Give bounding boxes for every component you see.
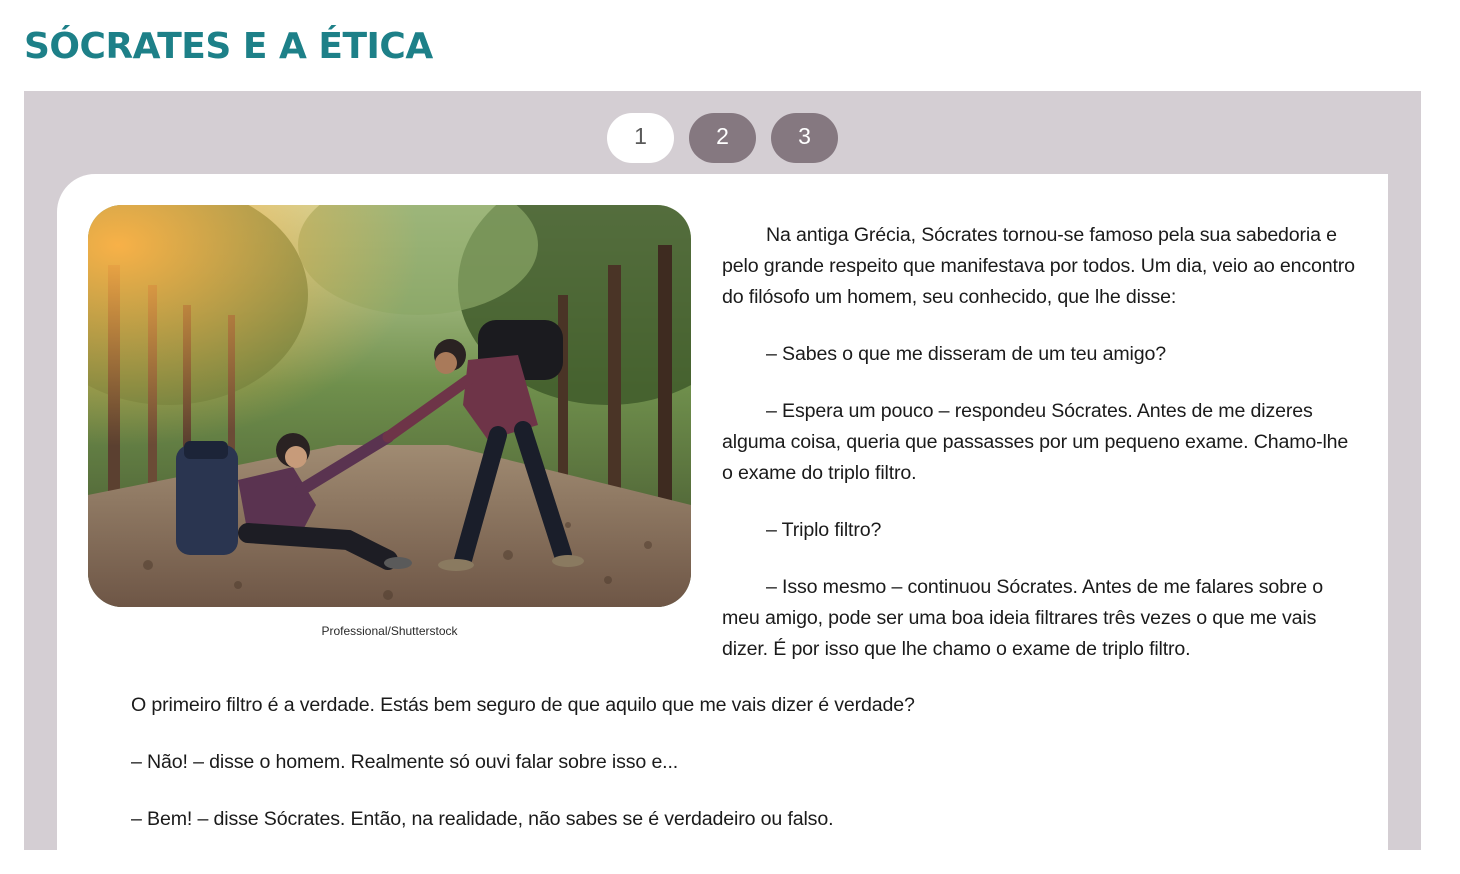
story-paragraph: – Bem! – disse Sócrates. Então, na reali…: [131, 808, 834, 830]
page-title: SÓCRATES E A ÉTICA: [24, 26, 433, 67]
story-text-beside-image: Na antiga Grécia, Sócrates tornou-se fam…: [722, 220, 1362, 691]
pagination: 1 2 3: [0, 113, 1460, 163]
story-paragraph: – Não! – disse o homem. Realmente só ouv…: [131, 751, 679, 773]
photo-credit: Professional/Shutterstock: [321, 624, 458, 638]
page-button-2[interactable]: 2: [689, 113, 756, 163]
hikers-photo: [88, 205, 691, 607]
story-text-full-width: O primeiro filtro é a verdade. Estás bem…: [131, 690, 1371, 861]
page-button-3[interactable]: 3: [771, 113, 838, 163]
story-paragraph: – Isso mesmo – continuou Sócrates. Antes…: [722, 576, 1324, 660]
story-paragraph: – Triplo filtro?: [766, 519, 882, 541]
story-paragraph: O primeiro filtro é a verdade. Estás bem…: [131, 694, 915, 716]
story-paragraph: – Sabes o que me disseram de um teu amig…: [766, 343, 1166, 365]
page-button-1[interactable]: 1: [607, 113, 674, 163]
story-paragraph: Na antiga Grécia, Sócrates tornou-se fam…: [722, 224, 1355, 308]
story-paragraph: – Espera um pouco – respondeu Sócrates. …: [722, 400, 1349, 484]
